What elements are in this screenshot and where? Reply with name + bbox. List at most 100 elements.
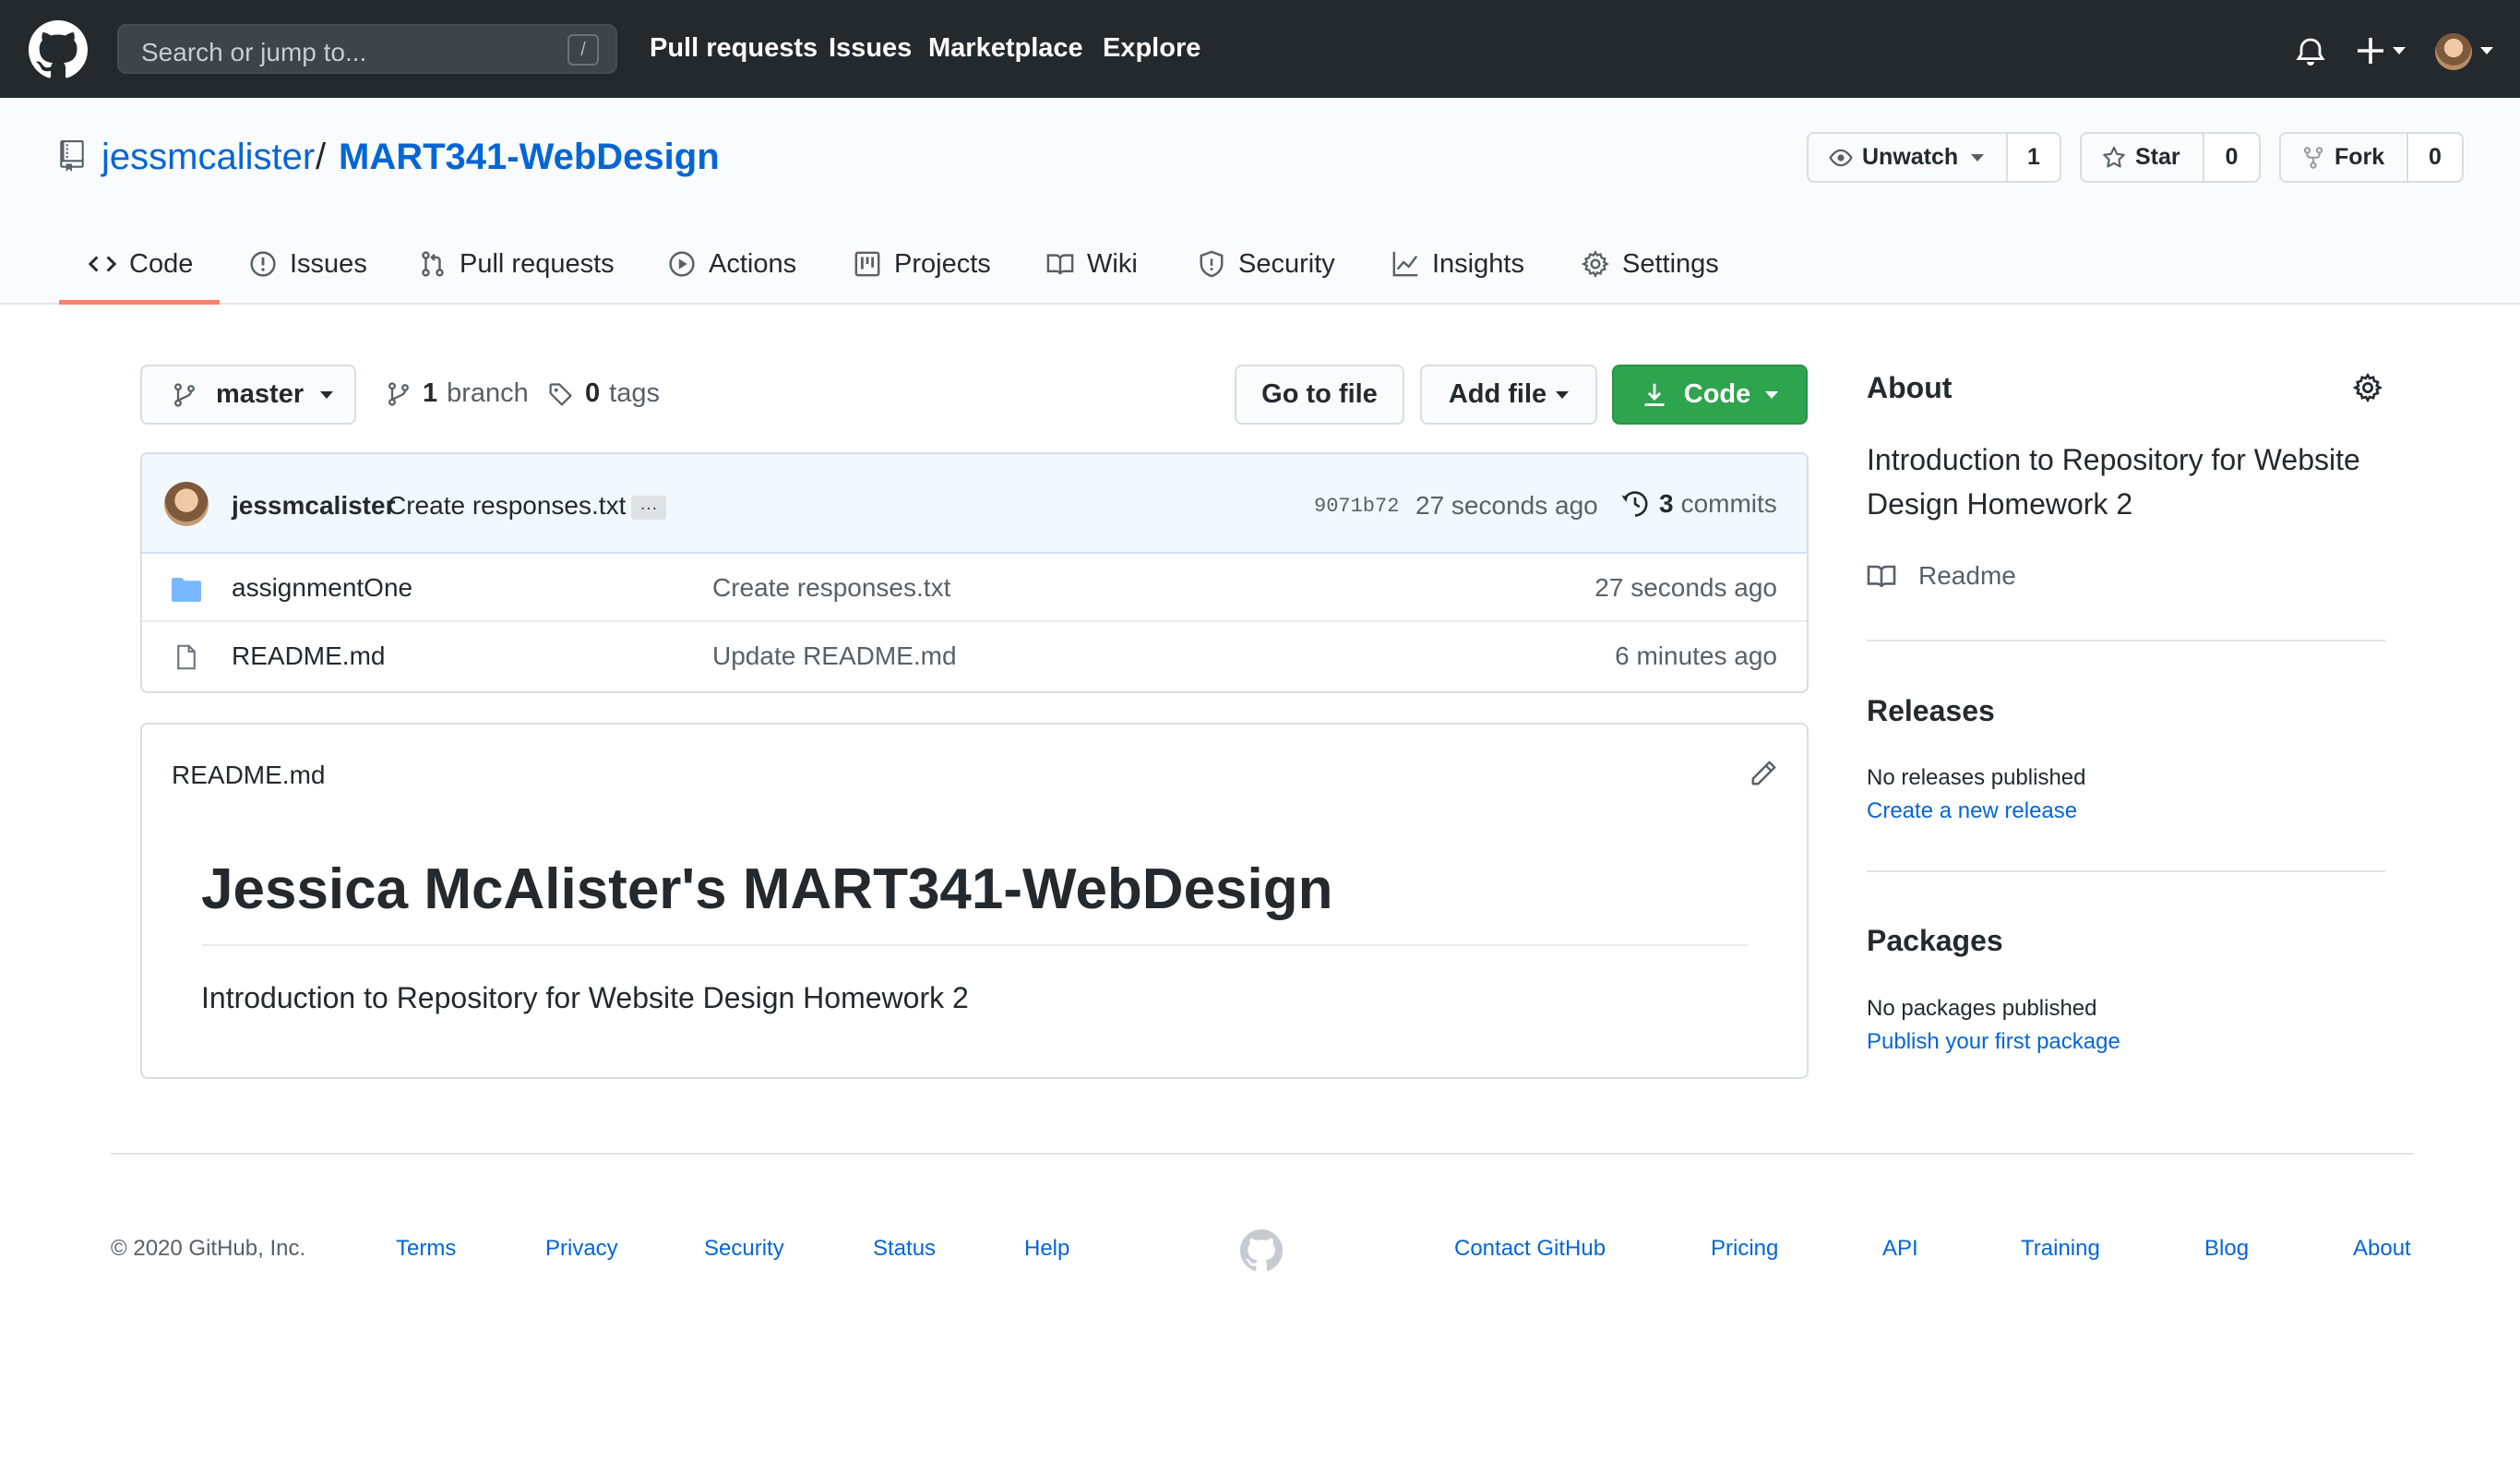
tab-actions[interactable]: Actions xyxy=(668,235,796,293)
tab-label: Security xyxy=(1238,248,1335,279)
folder-icon xyxy=(172,578,201,602)
code-caret-icon xyxy=(1765,390,1779,399)
readme-body: Introduction to Repository for Website D… xyxy=(201,981,969,1014)
project-icon xyxy=(854,251,880,277)
readme-filename: README.md xyxy=(172,761,326,789)
publish-package-link[interactable]: Publish your first package xyxy=(1867,1029,2120,1055)
sidebar-divider xyxy=(1867,870,2385,872)
branches-link[interactable]: 1 branch xyxy=(386,378,529,409)
git-pull-request-icon xyxy=(422,251,444,277)
footer-link-training[interactable]: Training xyxy=(2021,1236,2100,1262)
add-file-button[interactable]: Add file xyxy=(1420,365,1597,425)
repo-owner-link[interactable]: jessmcalister xyxy=(102,137,315,178)
readme-panel: README.md Jessica McAlister's MART341-We… xyxy=(140,723,1809,1079)
file-commit-message-link[interactable]: Update README.md xyxy=(712,641,957,671)
commit-time: 27 seconds ago xyxy=(1415,491,1598,520)
unwatch-button[interactable]: Unwatch xyxy=(1809,134,2006,181)
releases-title[interactable]: Releases xyxy=(1867,694,1995,728)
forks-count[interactable]: 0 xyxy=(2407,134,2462,181)
watchers-count[interactable]: 1 xyxy=(2006,134,2060,181)
pencil-icon[interactable] xyxy=(1750,760,1777,787)
gear-icon[interactable] xyxy=(2353,373,2383,402)
commit-message-link[interactable]: Create responses.txt xyxy=(388,491,626,521)
tab-label: Projects xyxy=(894,248,991,279)
footer-link-security[interactable]: Security xyxy=(704,1236,784,1262)
plus-dropdown-icon[interactable] xyxy=(2356,36,2407,66)
github-mark-icon[interactable] xyxy=(1240,1229,1283,1272)
commit-count: 3 xyxy=(1659,489,1674,518)
commit-expand-button[interactable]: … xyxy=(631,495,666,520)
tab-projects[interactable]: Projects xyxy=(854,235,991,293)
tags-link[interactable]: 0 tags xyxy=(548,378,660,409)
book-icon xyxy=(1867,565,1896,588)
footer-link-help[interactable]: Help xyxy=(1024,1236,1069,1262)
footer-link-privacy[interactable]: Privacy xyxy=(545,1236,618,1262)
nav-pull-requests[interactable]: Pull requests xyxy=(650,33,818,64)
branch-count: 1 xyxy=(423,378,438,408)
tab-wiki[interactable]: Wiki xyxy=(1046,235,1138,293)
file-row[interactable]: README.md Update README.md 6 minutes ago xyxy=(142,622,1807,690)
file-row[interactable]: assignmentOne Create responses.txt 27 se… xyxy=(142,554,1807,622)
tab-insights[interactable]: Insights xyxy=(1391,235,1524,293)
tab-issues[interactable]: Issues xyxy=(249,235,367,293)
file-name-link[interactable]: assignmentOne xyxy=(232,573,412,603)
avatar-caret-icon[interactable] xyxy=(2480,47,2493,54)
footer-link-api[interactable]: API xyxy=(1882,1236,1918,1262)
commit-author-link[interactable]: jessmcalister xyxy=(232,491,395,521)
tab-security[interactable]: Security xyxy=(1198,235,1335,293)
global-header: Search or jump to... / Pull requests Iss… xyxy=(0,0,2520,98)
user-avatar[interactable] xyxy=(2435,33,2472,70)
go-to-file-button[interactable]: Go to file xyxy=(1235,365,1404,425)
fork-button-group: Fork 0 xyxy=(2279,132,2464,183)
commits-history-link[interactable]: 3 commits xyxy=(1620,489,1777,519)
footer-link-blog[interactable]: Blog xyxy=(2204,1236,2249,1262)
fork-label: Fork xyxy=(2335,144,2385,170)
git-branch-icon xyxy=(388,381,409,406)
create-release-link[interactable]: Create a new release xyxy=(1867,798,2077,824)
footer-link-status[interactable]: Status xyxy=(873,1236,936,1262)
star-icon xyxy=(2103,146,2125,167)
star-button[interactable]: Star xyxy=(2082,134,2203,181)
tab-label: Pull requests xyxy=(460,248,615,279)
packages-empty-text: No packages published xyxy=(1867,996,2097,1021)
commit-sha-link[interactable]: 9071b72 xyxy=(1314,495,1399,518)
readme-heading-divider xyxy=(201,944,1748,946)
repo-header: jessmcalister / MART341-WebDesign Unwatc… xyxy=(0,98,2520,305)
history-icon xyxy=(1621,491,1648,517)
footer-link-terms[interactable]: Terms xyxy=(396,1236,456,1262)
stars-count[interactable]: 0 xyxy=(2202,134,2259,181)
nav-explore[interactable]: Explore xyxy=(1103,33,1200,64)
file-browser: jessmcalister Create responses.txt … 907… xyxy=(140,452,1809,693)
tab-settings[interactable]: Settings xyxy=(1582,235,1719,293)
search-input[interactable]: Search or jump to... / xyxy=(117,24,617,74)
tab-pull-requests[interactable]: Pull requests xyxy=(419,235,615,293)
tab-code[interactable]: Code xyxy=(89,235,193,293)
repo-forked-icon xyxy=(2303,146,2323,169)
tab-label: Wiki xyxy=(1087,248,1138,279)
star-label: Star xyxy=(2135,144,2180,170)
github-logo-icon[interactable] xyxy=(29,20,88,79)
active-tab-indicator xyxy=(59,300,220,305)
file-commit-message-link[interactable]: Create responses.txt xyxy=(712,573,950,603)
repo-icon xyxy=(60,140,84,172)
branch-select-button[interactable]: master xyxy=(140,365,356,425)
nav-issues[interactable]: Issues xyxy=(829,33,912,64)
footer-link-about[interactable]: About xyxy=(2353,1236,2411,1262)
repo-name-link[interactable]: MART341-WebDesign xyxy=(339,137,720,178)
code-button-label: Code xyxy=(1683,379,1751,409)
footer-copyright: © 2020 GitHub, Inc. xyxy=(111,1236,306,1261)
footer-link-contact[interactable]: Contact GitHub xyxy=(1454,1236,1606,1262)
file-name-link[interactable]: README.md xyxy=(232,641,385,671)
packages-title[interactable]: Packages xyxy=(1867,924,2003,958)
footer-link-pricing[interactable]: Pricing xyxy=(1711,1236,1778,1262)
sidebar-divider xyxy=(1867,640,2385,641)
file-age: 6 minutes ago xyxy=(1615,641,1777,670)
fork-button[interactable]: Fork xyxy=(2281,134,2407,181)
download-icon xyxy=(1644,383,1665,406)
code-download-button[interactable]: Code xyxy=(1612,365,1808,425)
commit-author-avatar[interactable] xyxy=(164,482,209,526)
readme-sidebar-link[interactable]: Readme xyxy=(1867,561,2016,591)
nav-marketplace[interactable]: Marketplace xyxy=(928,33,1083,64)
footer-divider xyxy=(111,1153,2414,1155)
bell-icon[interactable] xyxy=(2296,36,2325,66)
